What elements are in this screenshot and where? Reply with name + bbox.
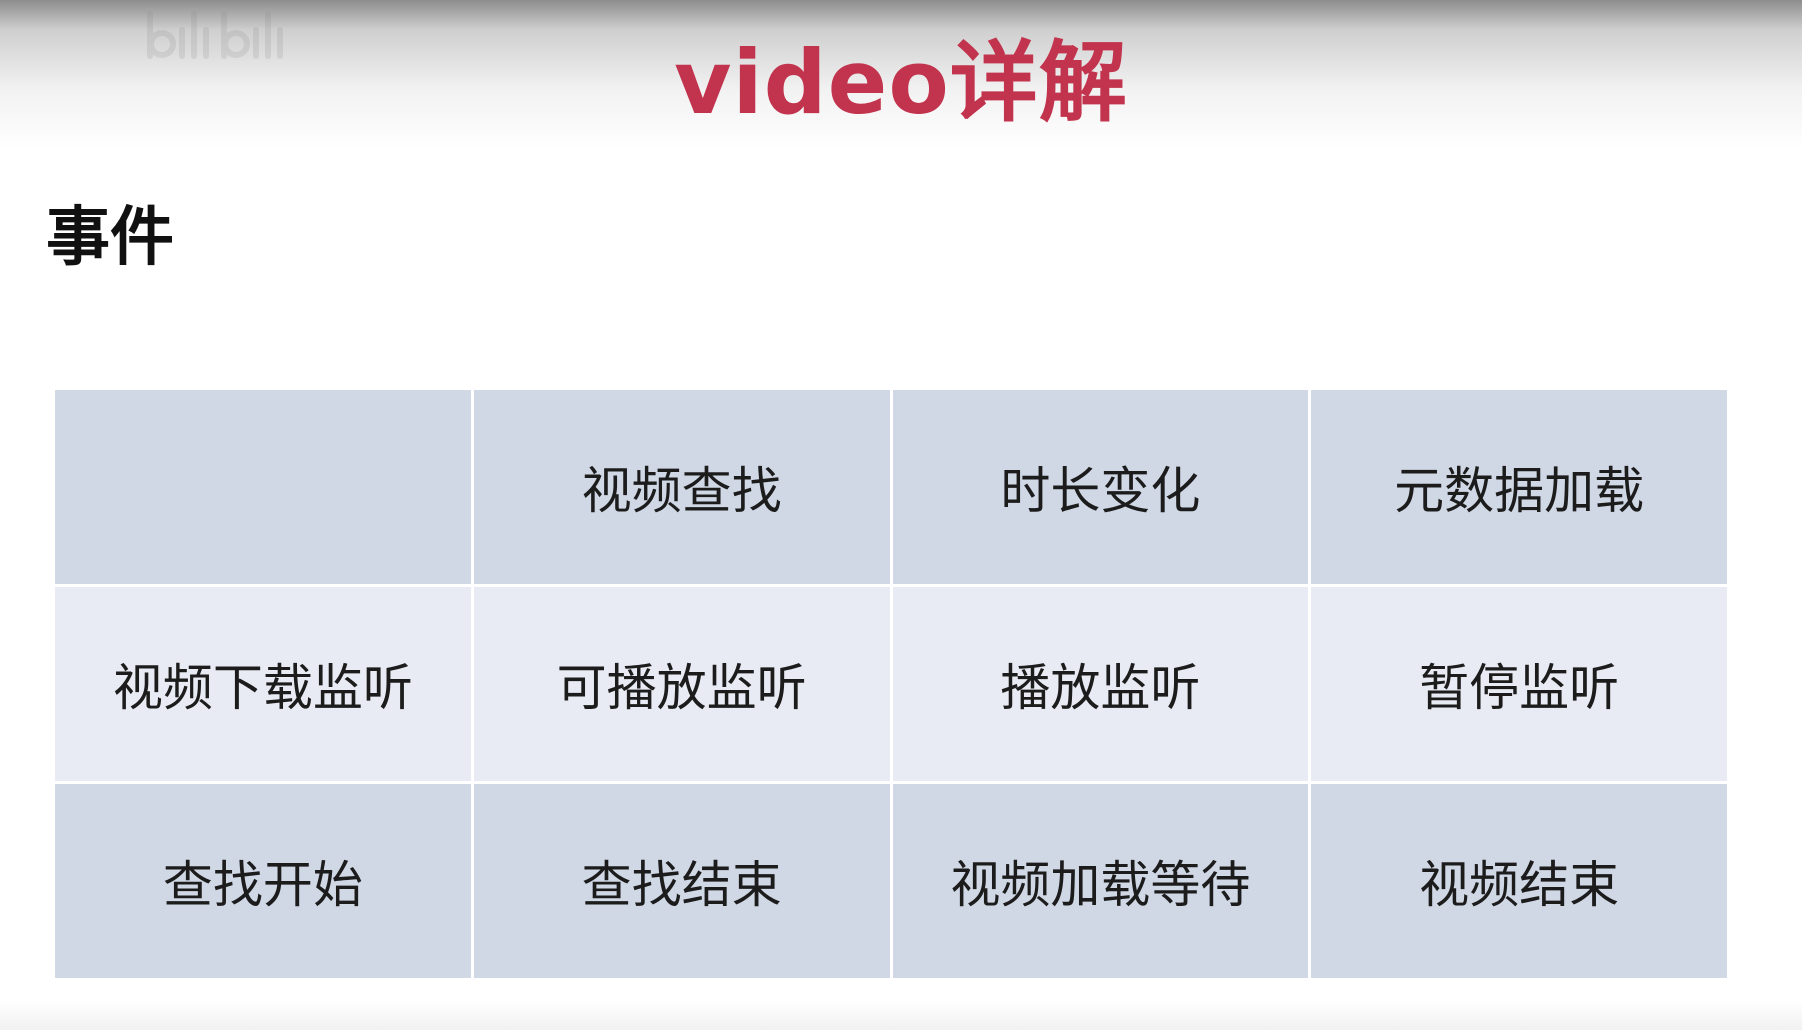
- table-cell: 查找开始: [55, 784, 471, 978]
- table-cell: 查找结束: [473, 784, 890, 978]
- table-cell: 视频加载等待: [892, 784, 1309, 978]
- page-title: video详解: [674, 31, 1128, 134]
- table-cell-empty: [55, 390, 471, 584]
- table-cell: 暂停监听: [1311, 587, 1727, 781]
- events-table: 视频查找 时长变化 元数据加载 视频下载监听 可播放监听 播放监听 暂停监听 查…: [55, 390, 1727, 978]
- table-cell: 可播放监听: [473, 587, 890, 781]
- table-cell-header: 视频查找: [473, 390, 890, 584]
- table-cell: 视频下载监听: [55, 587, 471, 781]
- table-cell-header: 时长变化: [892, 390, 1309, 584]
- section-title: 事件: [46, 201, 174, 275]
- table-cell-header: 元数据加载: [1311, 390, 1727, 584]
- table-cell: 播放监听: [892, 587, 1309, 781]
- table-cell: 视频结束: [1311, 784, 1727, 978]
